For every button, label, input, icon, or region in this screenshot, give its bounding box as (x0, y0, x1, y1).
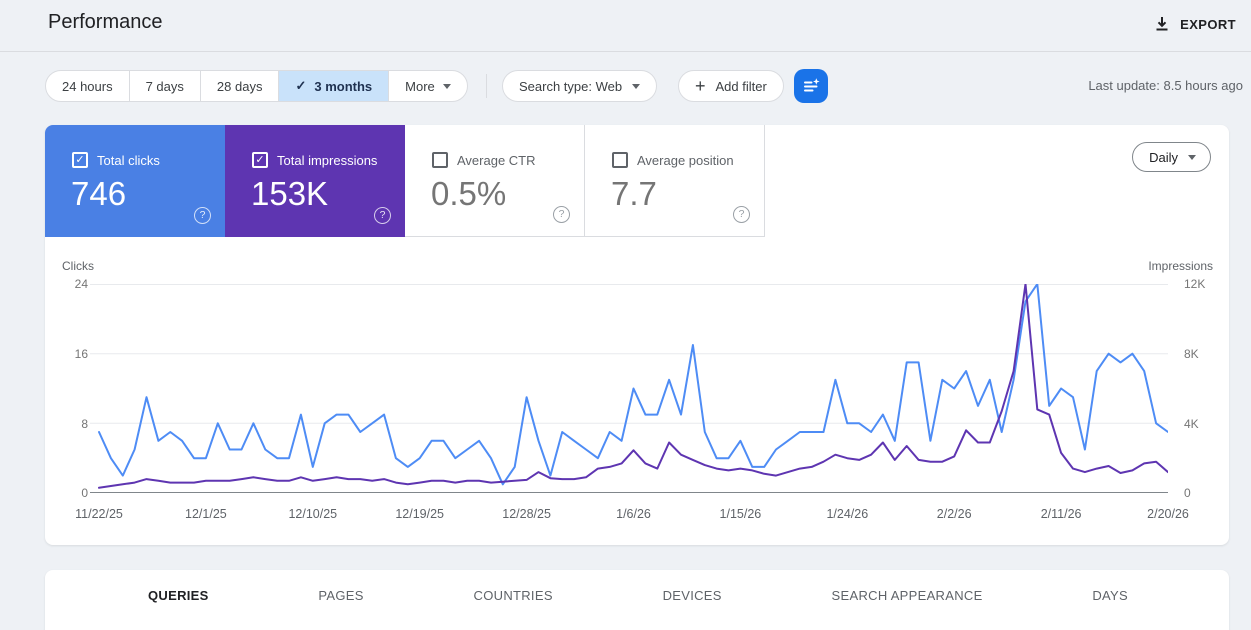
header-divider (0, 51, 1251, 52)
x-axis-tick: 11/22/25 (75, 507, 123, 521)
help-icon[interactable]: ? (194, 207, 211, 224)
metric-tile-average-position[interactable]: Average position 7.7? (585, 125, 765, 237)
date-range-group: 24 hours 7 days 28 days ✓ 3 months More (45, 70, 468, 102)
tab-queries[interactable]: QUERIES (148, 588, 209, 603)
help-icon[interactable]: ? (374, 207, 391, 224)
y-axis-tick-left: 16 (74, 347, 88, 361)
metric-tile-total-impressions[interactable]: ✓ Total impressions 153K? (225, 125, 405, 237)
metric-tile-header: Average position (612, 152, 734, 168)
metric-tiles: ✓ Total clicks 746? ✓ Total impressions 153K?… (45, 125, 765, 237)
metric-tile-total-clicks[interactable]: ✓ Total clicks 746? (45, 125, 225, 237)
y-axis-tick-right: 8K (1184, 347, 1199, 361)
metric-tile-header: Average CTR (432, 152, 536, 168)
export-label: EXPORT (1180, 16, 1236, 32)
right-axis-title: Impressions (1148, 259, 1213, 273)
range-button-7-days[interactable]: 7 days (128, 71, 200, 101)
plus-icon: + (695, 76, 706, 96)
metric-value: 0.5% (431, 175, 507, 212)
left-axis-title: Clicks (62, 259, 94, 273)
metric-tile-header: ✓ Total clicks (72, 152, 160, 168)
tune-sparkle-icon (801, 76, 821, 96)
tab-pages[interactable]: PAGES (318, 588, 363, 603)
x-axis-tick: 12/1/25 (185, 507, 227, 521)
range-button-label: 24 hours (62, 78, 113, 94)
chevron-down-icon (632, 83, 641, 89)
x-axis-tick: 2/11/26 (1040, 507, 1082, 521)
metric-tile-average-ctr[interactable]: Average CTR 0.5%? (405, 125, 585, 237)
series-line-impressions (98, 284, 1168, 489)
check-icon: ✓ (295, 78, 307, 93)
x-axis-tick: 2/20/26 (1147, 507, 1189, 521)
checkbox-checked[interactable]: ✓ (72, 152, 88, 168)
y-axis-tick-right: 0 (1184, 486, 1191, 500)
performance-chart-card: ✓ Total clicks 746? ✓ Total impressions 153K?… (45, 125, 1229, 545)
add-filter-button[interactable]: + Add filter (678, 70, 784, 102)
x-axis-tick: 12/10/25 (288, 507, 338, 521)
metric-value: 7.7 (611, 175, 657, 212)
range-button-3-months[interactable]: ✓ 3 months (278, 71, 389, 101)
page-title: Performance (48, 11, 163, 33)
checkbox-unchecked[interactable] (612, 152, 628, 168)
add-filter-label: Add filter (715, 78, 767, 94)
metric-label: Total impressions (277, 152, 378, 168)
download-icon (1153, 15, 1171, 33)
x-axis-tick: 1/24/26 (826, 507, 869, 521)
metric-label: Average position (637, 152, 734, 168)
granularity-label: Daily (1149, 149, 1178, 165)
help-icon[interactable]: ? (733, 206, 750, 223)
export-button[interactable]: EXPORT (1153, 11, 1236, 37)
chevron-down-icon (442, 83, 451, 89)
filter-tune-button[interactable] (794, 69, 828, 103)
dimension-tabs: QUERIES PAGES COUNTRIES DEVICES SEARCH APPEA… (45, 570, 1229, 603)
timeseries-chart[interactable] (90, 284, 1168, 493)
range-button-label: 28 days (216, 78, 263, 94)
range-button-28-days[interactable]: 28 days (199, 71, 279, 101)
tab-countries[interactable]: COUNTRIES (474, 588, 553, 603)
range-button-more[interactable]: More (388, 71, 467, 101)
series-line-clicks (98, 284, 1168, 486)
y-axis-tick-right: 4K (1184, 417, 1199, 431)
tab-days[interactable]: DAYS (1092, 588, 1128, 603)
range-button-label: 3 months (314, 78, 373, 94)
toolbar-separator (486, 74, 487, 98)
y-axis-tick-left: 24 (74, 277, 88, 291)
metric-tile-header: ✓ Total impressions (252, 152, 377, 168)
x-axis-tick: 1/6/26 (616, 507, 651, 521)
y-axis-tick-right: 12K (1184, 277, 1206, 291)
last-update-text: Last update: 8.5 hours ago (1088, 78, 1243, 93)
range-button-24-hours[interactable]: 24 hours (46, 71, 129, 101)
metric-value: 153K (251, 175, 329, 212)
search-type-dropdown[interactable]: Search type: Web (502, 70, 658, 102)
x-axis-tick: 2/2/26 (936, 507, 972, 521)
y-axis-tick-left: 8 (81, 417, 88, 431)
dimension-table-card: QUERIES PAGES COUNTRIES DEVICES SEARCH APPEA… (45, 570, 1229, 630)
checkbox-checked[interactable]: ✓ (252, 152, 268, 168)
metric-label: Total clicks (97, 152, 160, 168)
search-type-label: Search type: Web (519, 78, 623, 94)
x-axis-tick: 12/28/25 (502, 507, 551, 521)
tab-search-appearance[interactable]: SEARCH APPEARANCE (832, 588, 983, 603)
help-icon[interactable]: ? (553, 206, 570, 223)
x-axis-tick: 12/19/25 (395, 507, 445, 521)
metric-value: 746 (71, 175, 127, 212)
x-axis-tick: 1/15/26 (719, 507, 762, 521)
range-button-label: More (405, 78, 435, 94)
range-button-label: 7 days (145, 78, 184, 94)
y-axis-tick-left: 0 (81, 486, 88, 500)
metric-label: Average CTR (457, 152, 536, 168)
chevron-down-icon (1188, 154, 1196, 160)
granularity-dropdown[interactable]: Daily (1132, 142, 1211, 172)
checkbox-unchecked[interactable] (432, 152, 448, 168)
tab-devices[interactable]: DEVICES (663, 588, 722, 603)
